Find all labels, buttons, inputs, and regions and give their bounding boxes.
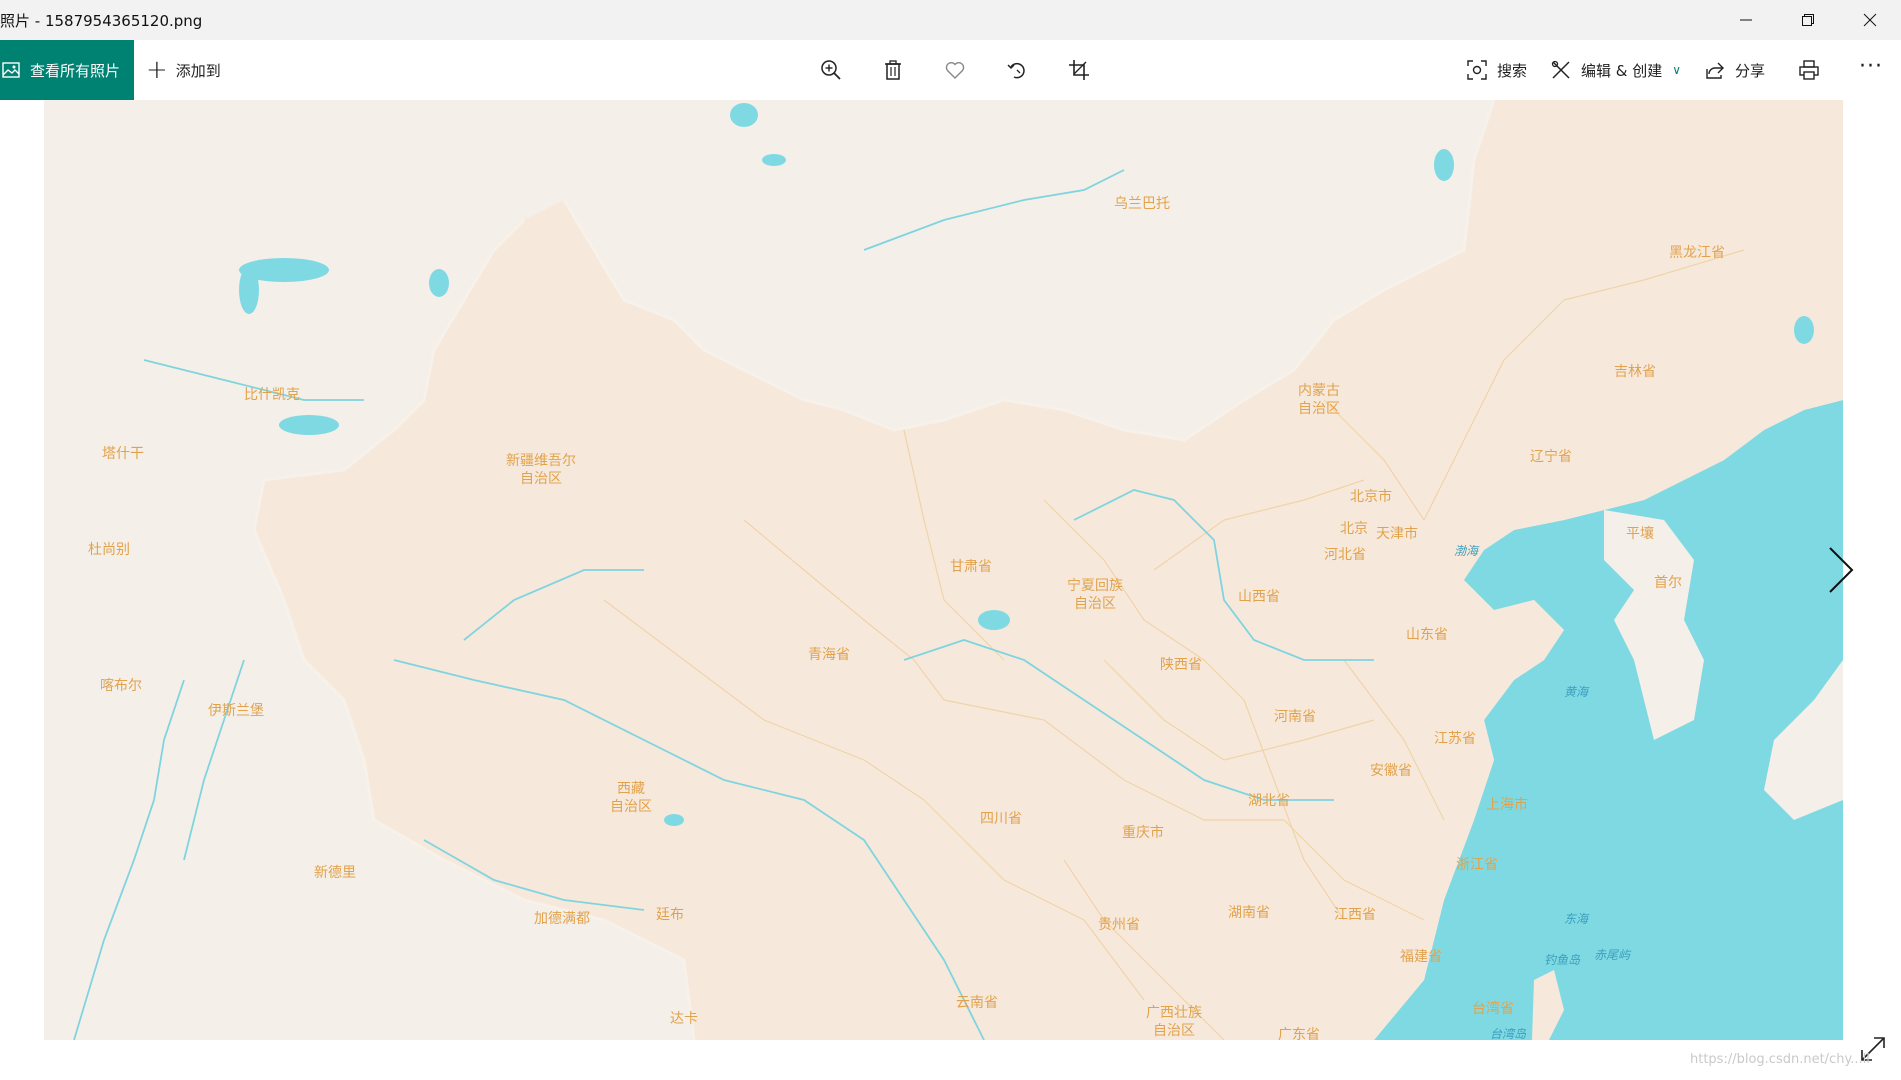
- map-label: 比什凯克: [244, 387, 300, 403]
- restore-button[interactable]: [1777, 0, 1839, 40]
- map-label: 赤尾屿: [1594, 948, 1631, 962]
- map-label: 甘肃省: [950, 559, 992, 575]
- map-label: 山东省: [1406, 627, 1448, 643]
- window-title: 照片 - 1587954365120.png: [0, 11, 203, 30]
- sea-label: 渤海: [1454, 544, 1479, 558]
- right-tools: 搜索 编辑 & 创建 ∨ 分享 ···: [1455, 40, 1901, 100]
- map-label: 贵州省: [1098, 917, 1140, 933]
- crop-icon: [1069, 60, 1089, 80]
- watermark: https://blog.csdn.net/chy...ll: [1690, 1052, 1870, 1067]
- search-button[interactable]: 搜索: [1455, 40, 1539, 100]
- map-label: 辽宁省: [1530, 449, 1572, 465]
- close-button[interactable]: [1839, 0, 1901, 40]
- edit-create-icon: [1551, 60, 1570, 79]
- map-label: 达卡: [670, 1011, 698, 1027]
- heart-icon: [945, 62, 965, 79]
- zoom-in-icon: [821, 60, 841, 80]
- sea-label: 东海: [1564, 912, 1589, 926]
- map-label: 湖北省: [1248, 793, 1290, 809]
- map-label: 黑龙江省: [1669, 245, 1725, 261]
- map-image: 乌兰巴托 黑龙江省 吉林省 内蒙古 自治区 辽宁省 比什凯克 塔什干 新疆维吾尔…: [44, 100, 1843, 1040]
- visual-search-icon: [1467, 60, 1487, 80]
- map-label: 山西省: [1238, 589, 1280, 605]
- photo-icon: [2, 62, 20, 78]
- map-label: 平壤: [1626, 526, 1654, 542]
- share-icon: [1706, 62, 1724, 79]
- image-tools: [800, 40, 1110, 100]
- map-label: 四川省: [980, 811, 1022, 827]
- share-button[interactable]: 分享: [1693, 40, 1777, 100]
- crop-button[interactable]: [1048, 40, 1110, 100]
- delete-button[interactable]: [862, 40, 924, 100]
- sea-label: 黄海: [1564, 685, 1589, 699]
- map-label: 青海省: [808, 647, 850, 663]
- next-image-button[interactable]: [1820, 540, 1860, 600]
- map-label: 杜尚别: [88, 542, 130, 558]
- map-label: 安徽省: [1370, 763, 1412, 779]
- add-to-label: 添加到: [175, 61, 221, 80]
- map-label: 钓鱼岛: [1544, 953, 1581, 967]
- map-label: 浙江省: [1456, 857, 1498, 873]
- map-label: 廷布: [656, 907, 684, 923]
- map-graphic: [73, 100, 1843, 1040]
- search-label: 搜索: [1496, 61, 1527, 80]
- print-button[interactable]: [1777, 40, 1841, 100]
- chevron-down-icon: ∨: [1672, 63, 1681, 77]
- map-label: 江西省: [1334, 907, 1376, 923]
- map-label: 福建省: [1400, 949, 1442, 965]
- map-label: 内蒙古 自治区: [1298, 383, 1340, 417]
- chevron-right-icon: [1829, 547, 1854, 593]
- map-label: 吉林省: [1614, 364, 1656, 380]
- map-label: 重庆市: [1122, 825, 1164, 841]
- rotate-icon: [1007, 62, 1025, 79]
- map-label: 江苏省: [1434, 731, 1476, 747]
- map-label: 广西壮族 自治区: [1146, 1005, 1202, 1039]
- map-label: 塔什干: [102, 446, 144, 462]
- map-label: 广东省: [1278, 1027, 1320, 1040]
- map-label: 伊斯兰堡: [208, 703, 264, 719]
- close-icon: [1863, 13, 1877, 27]
- more-options-button[interactable]: ···: [1841, 36, 1901, 104]
- map-label: 天津市: [1376, 526, 1418, 542]
- map-label: 河北省: [1324, 547, 1366, 563]
- map-label: 西藏 自治区: [610, 781, 652, 815]
- map-label: 首尔: [1654, 575, 1682, 591]
- printer-icon: [1799, 60, 1819, 80]
- minimize-button[interactable]: [1715, 0, 1777, 40]
- map-label: 宁夏回族 自治区: [1067, 578, 1123, 612]
- toolbar: 查看所有照片 + 添加到 搜索 编辑 & 创建 ∨ 分享 ···: [0, 40, 1901, 100]
- minimize-icon: [1740, 19, 1752, 21]
- favorite-button[interactable]: [924, 40, 986, 100]
- map-label: 喀布尔: [100, 678, 142, 694]
- edit-create-label: 编辑 & 创建: [1580, 61, 1663, 80]
- map-label: 新疆维吾尔 自治区: [506, 453, 576, 487]
- map-label: 新德里: [314, 865, 356, 881]
- window-controls: [1715, 0, 1901, 40]
- edit-create-button[interactable]: 编辑 & 创建 ∨: [1539, 40, 1693, 100]
- add-to-button[interactable]: + 添加到: [146, 40, 221, 100]
- map-label: 上海市: [1486, 797, 1528, 813]
- map-label: 北京: [1340, 521, 1368, 537]
- map-label: 云南省: [956, 995, 998, 1011]
- title-bar: 照片 - 1587954365120.png: [0, 0, 1901, 40]
- view-all-photos-label: 查看所有照片: [30, 61, 121, 80]
- map-label: 乌兰巴托: [1114, 196, 1170, 212]
- rotate-button[interactable]: [986, 40, 1048, 100]
- restore-icon: [1802, 14, 1814, 26]
- map-label: 台湾岛: [1490, 1027, 1527, 1040]
- share-label: 分享: [1735, 61, 1766, 80]
- map-label: 加德满都: [534, 911, 590, 927]
- trash-icon: [885, 60, 901, 80]
- map-label: 北京市: [1350, 489, 1392, 505]
- zoom-button[interactable]: [800, 40, 862, 100]
- view-all-photos-button[interactable]: 查看所有照片: [0, 40, 134, 100]
- map-label: 陕西省: [1160, 657, 1202, 673]
- map-label: 河南省: [1274, 709, 1316, 725]
- map-label: 湖南省: [1228, 905, 1270, 921]
- plus-icon: +: [146, 55, 168, 85]
- map-label: 台湾省: [1472, 1001, 1514, 1017]
